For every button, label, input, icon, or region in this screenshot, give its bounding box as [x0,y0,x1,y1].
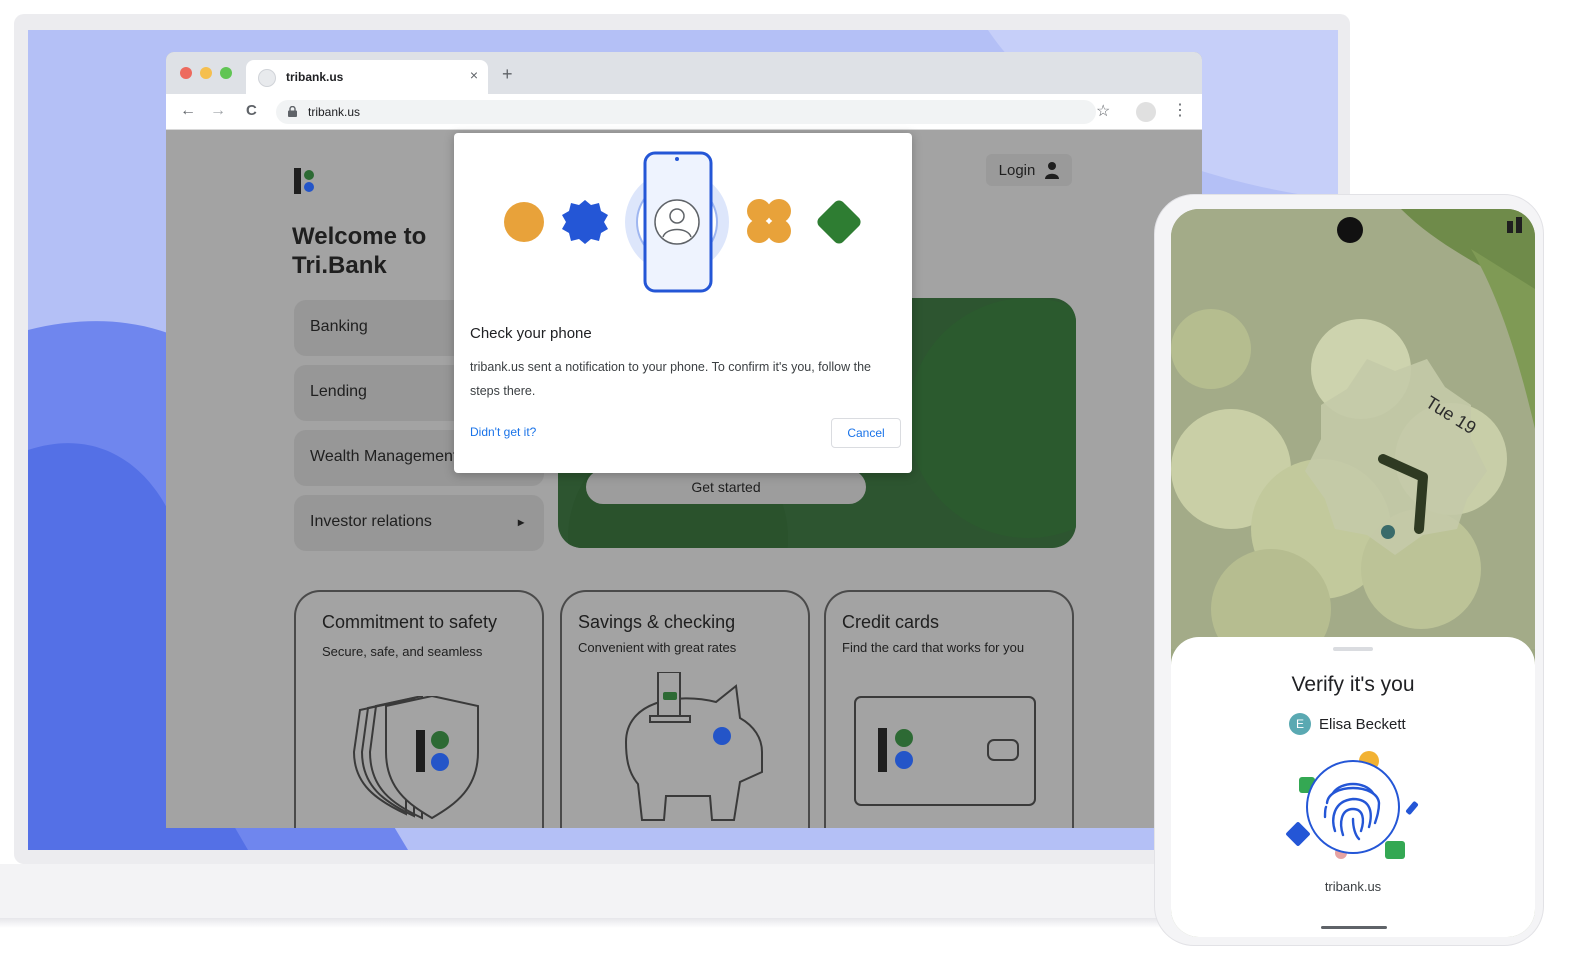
cancel-button[interactable]: Cancel [831,418,901,448]
credit-card-icon [854,696,1036,806]
back-icon[interactable]: ← [180,102,196,120]
new-tab-button[interactable]: + [502,64,513,85]
dialog-title: Check your phone [470,325,592,342]
card-title: Commitment to safety [322,612,498,632]
sidebar-item-label: Lending [310,383,367,400]
reload-icon[interactable]: C [246,102,257,119]
sidebar-item-investor-relations[interactable]: Investor relations ▸ [294,495,544,551]
dialog-illustration [504,151,861,293]
check-your-phone-dialog: Check your phone tribank.us sent a notif… [454,133,912,473]
tribank-logo [294,168,314,194]
front-camera [1337,217,1363,243]
chevron-right-icon: ▸ [517,515,524,529]
shield-icon [352,696,479,820]
url-text: tribank.us [308,105,361,119]
login-label: Login [998,161,1036,179]
lock-icon [288,106,297,117]
bookmark-star-icon[interactable]: ☆ [1096,101,1110,121]
piggy-bank-icon [624,672,763,821]
flower-wallpaper [1171,209,1535,649]
minimize-window-button[interactable] [200,67,212,79]
card-commitment-to-safety[interactable]: Commitment to safety Secure, safe, and s… [294,590,544,828]
profile-avatar[interactable] [1136,102,1156,122]
didnt-get-it-link[interactable]: Didn't get it? [470,425,536,439]
get-started-button[interactable]: Get started [586,470,866,504]
sidebar-item-label: Investor relations [310,513,432,530]
browser-toolbar: ← → C tribank.us ☆ ⋮ [166,94,1202,130]
address-bar[interactable]: tribank.us [276,100,1096,124]
card-savings-checking[interactable]: Savings & checking Convenient with great… [560,590,810,828]
verify-title: Verify it's you [1291,673,1415,696]
maximize-window-button[interactable] [220,67,232,79]
sidebar-item-label: Banking [310,318,368,335]
tab-bar: tribank.us × + [166,52,1202,94]
card-credit-cards[interactable]: Credit cards Find the card that works fo… [824,590,1074,828]
avatar: E [1289,713,1311,735]
card-subtitle: Secure, safe, and seamless [322,644,483,659]
account-name: Elisa Beckett [1319,715,1406,733]
phone-screen: Tue 19 Verify it's you E Elisa Beckett t… [1171,209,1535,937]
forward-icon[interactable]: → [210,102,226,120]
card-subtitle: Find the card that works for you [842,640,1025,655]
gesture-nav-bar[interactable] [1321,926,1387,929]
card-title: Credit cards [842,612,940,632]
tab-title: tribank.us [286,70,344,84]
tab-close-icon[interactable]: × [470,67,478,83]
browser-tab[interactable]: tribank.us × [246,60,488,94]
laptop-base [0,864,1170,918]
browser-menu-icon[interactable]: ⋮ [1172,100,1188,120]
login-button[interactable]: Login [986,154,1072,186]
site-name: tribank.us [1324,879,1382,894]
card-title: Savings & checking [578,612,736,632]
verify-bottom-sheet: Verify it's you E Elisa Beckett tribank.… [1171,637,1535,937]
laptop-shadow [0,918,1170,928]
person-icon [1045,162,1060,179]
card-subtitle: Convenient with great rates [578,640,737,655]
close-window-button[interactable] [180,67,192,79]
sidebar-item-label: Wealth Management [310,448,458,465]
dialog-body: tribank.us sent a notification to your p… [470,360,871,398]
sheet-handle[interactable] [1333,647,1373,651]
welcome-heading: Welcome to Tri.Bank [292,223,427,279]
account-chip[interactable]: E Elisa Beckett [1289,713,1406,735]
fingerprint-icon[interactable] [1281,747,1431,867]
favicon-icon [258,69,276,87]
phone-device: Tue 19 Verify it's you E Elisa Beckett t… [1154,194,1544,946]
